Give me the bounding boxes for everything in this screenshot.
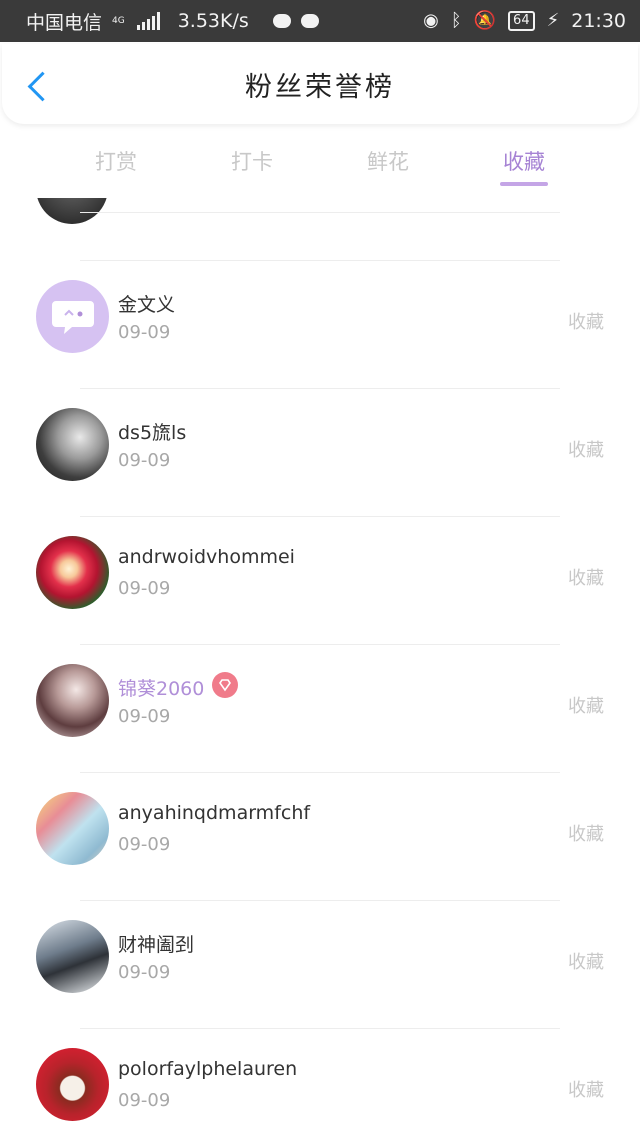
tab-collect[interactable]: 收藏 bbox=[489, 132, 559, 192]
action-label: 收藏 bbox=[568, 1080, 604, 1101]
mute-icon: 🔕 bbox=[473, 10, 497, 31]
signal-icon bbox=[136, 12, 160, 30]
charging-icon: ⚡ bbox=[546, 10, 560, 31]
item-date: 09-09 bbox=[118, 322, 171, 343]
item-date: 09-09 bbox=[118, 834, 171, 855]
user-name: 财神阖刭 bbox=[118, 934, 195, 956]
divider bbox=[80, 1028, 560, 1029]
item-date: 09-09 bbox=[118, 578, 171, 599]
list-item-partial[interactable] bbox=[0, 198, 640, 262]
item-date: 09-09 bbox=[118, 706, 171, 727]
item-date: 09-09 bbox=[118, 450, 171, 471]
list-item[interactable]: ds5旒ls 09-09 收藏 bbox=[0, 390, 640, 518]
list-item[interactable]: 锦葵2060 09-09 收藏 bbox=[0, 646, 640, 774]
nav-bar: 粉丝荣誉榜 bbox=[2, 44, 638, 124]
user-name: 锦葵2060 bbox=[118, 678, 205, 700]
list-item[interactable]: 金文义 09-09 收藏 bbox=[0, 262, 640, 390]
list-item[interactable]: anyahinqdmarmfchf 09-09 收藏 bbox=[0, 774, 640, 902]
vip-badge bbox=[212, 672, 238, 698]
user-name: andrwoidvhommei bbox=[118, 546, 295, 568]
list-item[interactable]: 财神阖刭 09-09 收藏 bbox=[0, 902, 640, 1030]
item-date: 09-09 bbox=[118, 1090, 171, 1111]
message-icon bbox=[300, 14, 319, 28]
wechat-icon bbox=[272, 14, 291, 28]
divider bbox=[80, 516, 560, 517]
bluetooth-icon: ᛒ bbox=[450, 10, 462, 31]
page-title: 粉丝荣誉榜 bbox=[245, 71, 395, 103]
action-label: 收藏 bbox=[568, 440, 604, 461]
divider bbox=[80, 388, 560, 389]
fan-list[interactable]: 金文义 09-09 收藏 ds5旒ls 09-09 收藏 andrwoidvho… bbox=[0, 198, 640, 1138]
action-label: 收藏 bbox=[568, 312, 604, 333]
eye-icon: ◉ bbox=[423, 10, 439, 31]
avatar bbox=[36, 280, 109, 353]
back-button[interactable] bbox=[26, 74, 52, 100]
divider bbox=[80, 644, 560, 645]
user-name: 金文义 bbox=[118, 294, 176, 316]
network-type: 4G bbox=[112, 15, 125, 26]
carrier-label: 中国电信 bbox=[26, 11, 103, 34]
tab-checkin[interactable]: 打卡 bbox=[217, 132, 287, 192]
tab-flowers[interactable]: 鲜花 bbox=[353, 132, 423, 192]
network-speed: 3.53K/s bbox=[177, 10, 249, 32]
chat-bubble-icon bbox=[51, 300, 94, 334]
status-bar: 中国电信 4G 3.53K/s ◉ ᛒ 🔕 64 ⚡ 21:30 bbox=[0, 0, 640, 42]
action-label: 收藏 bbox=[568, 952, 604, 973]
divider bbox=[80, 772, 560, 773]
avatar bbox=[36, 536, 109, 609]
action-label: 收藏 bbox=[568, 696, 604, 717]
divider bbox=[80, 260, 560, 261]
user-name: polorfaylphelauren bbox=[118, 1058, 298, 1080]
tab-bar: 打赏 打卡 鲜花 收藏 bbox=[0, 132, 640, 198]
avatar bbox=[36, 198, 108, 224]
action-label: 收藏 bbox=[568, 824, 604, 845]
avatar bbox=[36, 664, 109, 737]
clock: 21:30 bbox=[571, 10, 626, 32]
list-item[interactable]: polorfaylphelauren 09-09 收藏 bbox=[0, 1030, 640, 1138]
divider bbox=[80, 900, 560, 901]
divider bbox=[80, 212, 560, 213]
user-name: ds5旒ls bbox=[118, 422, 187, 444]
item-date: 09-09 bbox=[118, 962, 171, 983]
tab-reward[interactable]: 打赏 bbox=[81, 132, 151, 192]
action-label: 收藏 bbox=[568, 568, 604, 589]
user-name: anyahinqdmarmfchf bbox=[118, 802, 311, 824]
avatar bbox=[36, 1048, 109, 1121]
avatar bbox=[36, 408, 109, 481]
diamond-icon bbox=[219, 679, 231, 692]
avatar bbox=[36, 920, 109, 993]
battery-icon: 64 bbox=[508, 11, 535, 31]
list-item[interactable]: andrwoidvhommei 09-09 收藏 bbox=[0, 518, 640, 646]
avatar bbox=[36, 792, 109, 865]
